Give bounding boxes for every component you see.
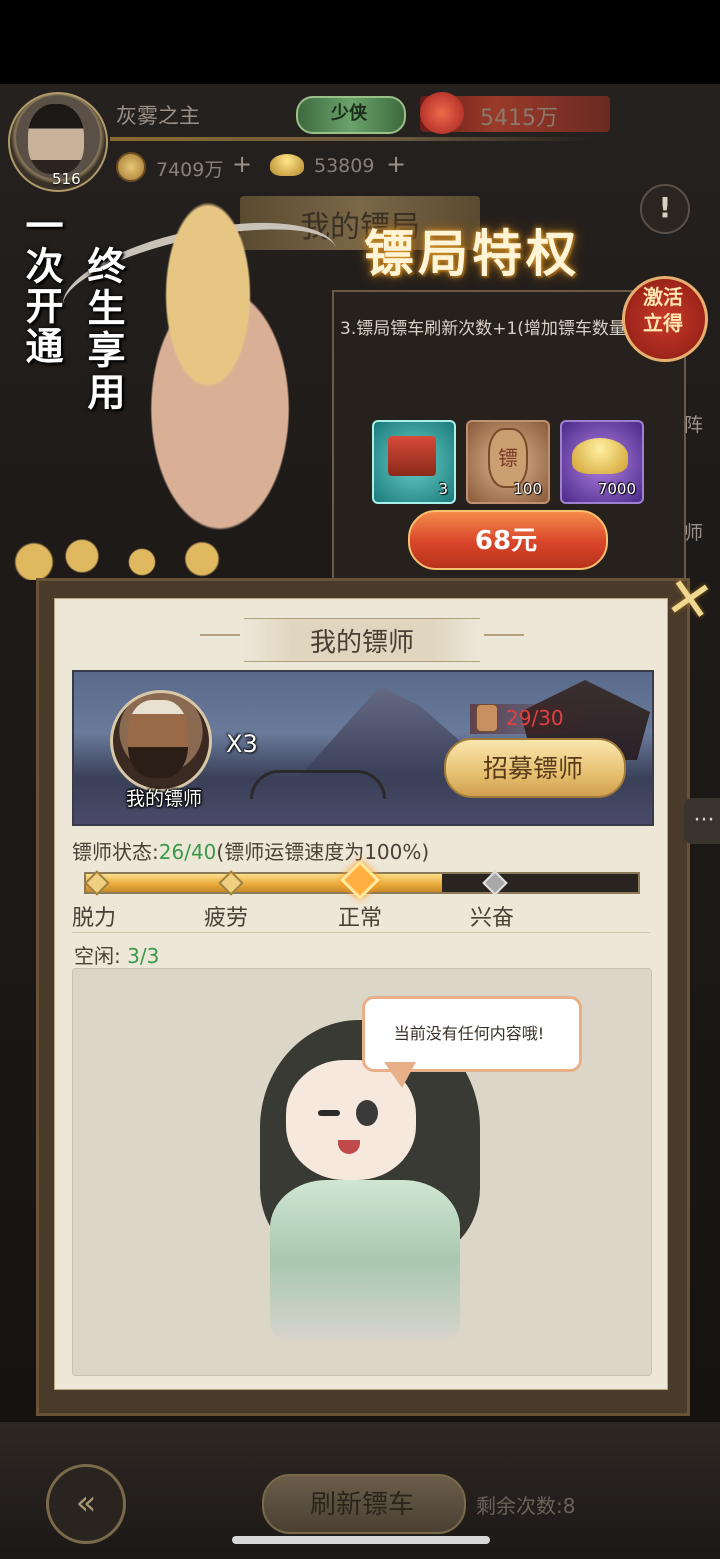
power-value: 5415万 — [480, 106, 558, 131]
chest-icon — [388, 436, 436, 476]
idle-value: 3/3 — [127, 944, 160, 968]
idle-status: 空闲: 3/3 — [74, 940, 159, 969]
player-level: 516 — [52, 170, 81, 188]
status-suffix: (镖师运镖速度为100%) — [216, 840, 430, 864]
player-name: 灰雾之主 — [116, 104, 200, 128]
status-prefix: 镖师状态: — [72, 840, 159, 864]
copper-coin-icon — [116, 152, 146, 182]
title-ornament-right — [484, 634, 524, 636]
ticket-count: 29/30 — [506, 706, 564, 730]
card-title: 我的镖师 — [309, 628, 414, 658]
stamina-label-normal: 正常 — [338, 906, 383, 931]
promo-slogan-left: 一次开通 — [19, 206, 63, 366]
mascot-eye — [356, 1100, 378, 1126]
escort-label: 我的镖师 — [125, 788, 202, 810]
mascot-eye-wink — [318, 1110, 340, 1116]
ticket-icon — [476, 704, 498, 732]
rank-badge-label: 少侠 — [331, 103, 367, 124]
stamina-label-exhausted: 脱力 — [72, 906, 117, 931]
activate-badge-label: 激活 立得 — [643, 285, 683, 335]
gold-value: 53809 — [314, 155, 375, 177]
add-gold-button[interactable]: + — [386, 150, 406, 178]
purchase-price: 68元 — [474, 526, 538, 556]
name-underline — [110, 137, 590, 141]
escort-token-icon: 镖 — [488, 428, 528, 488]
gold-ingot-count: 7000 — [597, 480, 636, 498]
speech-bubble-tail — [384, 1062, 416, 1088]
player-avatar-portrait — [28, 104, 84, 174]
add-copper-button[interactable]: + — [232, 150, 252, 178]
remaining-value: 8 — [562, 1494, 576, 1518]
section-divider — [72, 932, 650, 933]
home-indicator[interactable] — [232, 1536, 490, 1544]
status-value: 26/40 — [158, 840, 217, 864]
empty-message: 当前没有任何内容哦! — [393, 1024, 545, 1043]
privilege-title: 镖局特权 — [364, 225, 580, 283]
bridge-illustration — [250, 770, 386, 799]
recruit-button-label: 招募镖师 — [482, 754, 583, 783]
escort-portrait — [128, 700, 188, 778]
escort-token-count: 100 — [513, 480, 542, 498]
stamina-label-excited: 兴奋 — [470, 906, 515, 931]
title-ornament-left — [200, 634, 240, 636]
chest-count: 3 — [438, 480, 448, 498]
copper-value: 7409万 — [156, 159, 224, 181]
remaining-count: 剩余次数:8 — [476, 1490, 575, 1519]
side-tab-formation[interactable]: 阵 — [684, 410, 703, 437]
privilege-description: 3.镖局镖车刷新次数+1(增加镖车数量) — [340, 319, 630, 339]
remaining-prefix: 剩余次数: — [476, 1494, 563, 1518]
warning-icon[interactable]: ! — [640, 184, 690, 234]
gold-ingot-reward-icon — [572, 438, 628, 474]
back-icon[interactable]: « — [46, 1464, 126, 1544]
stamina-label-tired: 疲劳 — [204, 906, 249, 931]
escort-status: 镖师状态:26/40(镖师运镖速度为100%) — [72, 836, 429, 865]
refresh-cart-label: 刷新镖车 — [309, 1490, 414, 1520]
idle-prefix: 空闲: — [74, 944, 121, 968]
side-tab-master[interactable]: 师 — [684, 518, 703, 545]
power-icon — [420, 92, 464, 134]
gold-ingot-icon — [270, 154, 304, 176]
mascot-body — [270, 1180, 460, 1340]
promo-slogan-right: 终生享用 — [81, 246, 125, 414]
coins-illustration — [10, 520, 250, 580]
chat-icon[interactable]: ··· — [684, 798, 720, 844]
escort-multiplier: X3 — [226, 730, 258, 758]
stamina-bar-fill — [86, 874, 442, 892]
